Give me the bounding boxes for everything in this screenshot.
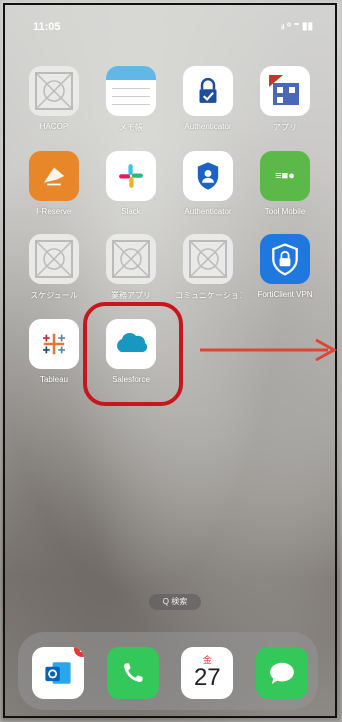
app-label: Tableau (39, 375, 69, 384)
app-notes[interactable]: メモ帳 (99, 66, 163, 133)
dock-apps: 2 金 27 (32, 647, 308, 699)
slack-icon (106, 151, 156, 201)
app-schedule[interactable]: スケジュール (22, 234, 86, 301)
app-label: 業務アプリ (111, 291, 151, 300)
annotation-arrow (200, 338, 338, 362)
app-tool-mobile[interactable]: ≡■● Tool Mobile (253, 151, 317, 216)
calendar-day: 27 (193, 663, 221, 691)
dock-messages[interactable] (255, 647, 308, 699)
reserve-icon (29, 151, 79, 201)
dock-calendar[interactable]: 金 27 (181, 647, 234, 699)
phone-icon (123, 663, 143, 683)
app-label: Tool Mobile (264, 207, 306, 216)
notes-icon (106, 66, 156, 116)
messages-icon (270, 662, 294, 685)
app-label: Authenticator (184, 122, 232, 131)
app-label: スケジュール (30, 291, 78, 300)
app-label: アプリ (273, 123, 297, 132)
tool-mobile-icon: ≡■● (260, 151, 310, 201)
app-communication[interactable]: コミュニケーション (175, 234, 241, 301)
app-tableau[interactable]: Tableau (22, 319, 86, 384)
authenticator-person-icon (183, 151, 233, 201)
placeholder-icon (183, 234, 233, 284)
app-label: コミュニケーション (175, 291, 241, 300)
placeholder-icon (106, 234, 156, 284)
signal-battery-icon: ᵢₗ ᵒ ⁼ ▮▮ (281, 21, 313, 32)
qr-app-icon (260, 66, 310, 116)
app-business[interactable]: 業務アプリ (99, 234, 163, 301)
app-forticlient[interactable]: FortiClient VPN (253, 234, 317, 301)
app-slack[interactable]: Slack (99, 151, 163, 216)
status-time: 11:05 (33, 21, 61, 33)
tableau-icon (29, 319, 79, 369)
placeholder-icon (29, 234, 79, 284)
search-pill[interactable]: Q 検索 (149, 594, 201, 610)
app-label: HACOP (39, 122, 69, 131)
app-label: I-Reserve (36, 207, 72, 216)
status-bar: 11:05 ᵢₗ ᵒ ⁼ ▮▮ (33, 21, 313, 35)
salesforce-highlight-ring (83, 302, 183, 406)
outlook-icon (45, 662, 71, 684)
app-i-reserve[interactable]: I-Reserve (22, 151, 86, 216)
app-label: Authenticator (184, 207, 232, 216)
dock-outlook[interactable]: 2 (32, 647, 84, 699)
placeholder-icon (29, 66, 79, 116)
dock-phone[interactable] (106, 647, 159, 699)
app-qr[interactable]: アプリ (253, 66, 317, 133)
app-authenticator-2[interactable]: Authenticator (176, 151, 240, 216)
authenticator-lock-icon (183, 66, 233, 116)
shield-lock-icon (260, 234, 310, 284)
app-label: FortiClient VPN (257, 290, 313, 299)
app-label: メモ帳 (119, 123, 143, 132)
app-label: Slack (121, 207, 141, 216)
app-authenticator-1[interactable]: Authenticator (176, 66, 240, 133)
app-hacop[interactable]: HACOP (22, 66, 86, 133)
